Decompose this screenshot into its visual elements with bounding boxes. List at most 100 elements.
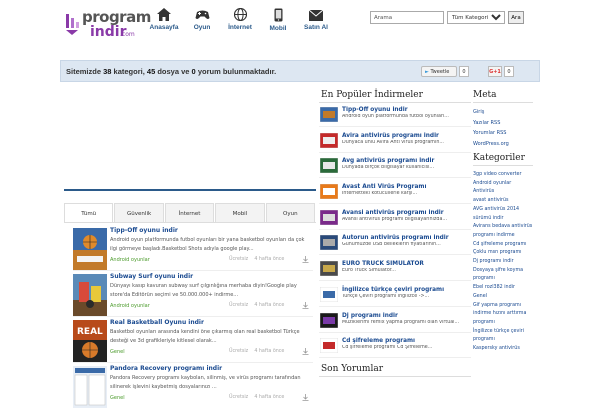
pandora-thumbnail[interactable] [73, 366, 107, 408]
nav-item-internet[interactable]: İnternet [221, 8, 259, 44]
category-link[interactable]: Dj programı indir [473, 258, 533, 267]
popular-item-title[interactable]: EURO TRUCK SIMULATOR [342, 261, 424, 267]
site-logo[interactable]: program indir .com [60, 8, 151, 44]
popular-list: Tipp-Off oyunu indir Android oyun platfor… [319, 103, 471, 360]
item-date: 4 hafta önce [254, 257, 285, 262]
featured-slider[interactable] [64, 92, 316, 191]
category-link[interactable]: Ebel rozl382 indir [473, 284, 533, 293]
twitter-bird-icon: ► [425, 69, 429, 75]
real-basketball-thumbnail[interactable]: REAL [73, 320, 107, 362]
tab-internet[interactable]: İnternet [164, 203, 215, 222]
nav-label: Anasayfa [149, 24, 179, 31]
popular-item: İngilizce türkçe çeviri programı Turkçe Ç… [319, 283, 471, 309]
nav-item-oyun[interactable]: Oyun [183, 8, 221, 44]
item-title[interactable]: Tipp-Off oyunu indir [110, 227, 178, 234]
nav-item-satin-al[interactable]: Satın Al [297, 8, 335, 44]
item-description: Basketbol oyunları arasında kendini öne … [110, 329, 300, 344]
popular-item-title[interactable]: Cd şifreleme programı [342, 338, 415, 344]
popular-thumbnail[interactable] [320, 338, 338, 354]
tweet-button[interactable]: ► Tweetle [421, 66, 457, 77]
category-link[interactable]: İngilizce türkçe çeviri programı [473, 328, 533, 345]
item-category[interactable]: Android oyunlar [110, 303, 150, 309]
popular-item-title[interactable]: İngilizce türkçe çeviri programı [342, 287, 444, 293]
category-link[interactable]: indirme hızını arttırma programı [473, 310, 533, 327]
stats-comment-count: 0 [191, 67, 196, 76]
category-link[interactable]: Dosyaya şifre koyma programı [473, 267, 533, 284]
popular-divider [319, 203, 471, 205]
popular-item: Avansi antivirüs programı indir Avansi an… [319, 206, 471, 232]
sidebar: Meta Giriş Yazılar RSS Yorumlar RSS Word… [473, 90, 533, 354]
category-link[interactable]: avast antivirüs [473, 197, 533, 206]
phone-icon [274, 8, 282, 22]
item-category[interactable]: Android oyunlar [110, 257, 150, 263]
item-category[interactable]: Genel [110, 395, 125, 401]
category-link[interactable]: Android oyunlar [473, 180, 533, 189]
popular-downloads: En Popüler İndirmeler Tipp-Off oyunu ind… [319, 90, 471, 377]
meta-link-posts-rss[interactable]: Yazılar RSS [473, 120, 533, 131]
popular-item-description: Cd şifreleme programı Cd Şifreleme... [342, 345, 433, 351]
meta-link-wordpress[interactable]: WordPress.org [473, 141, 533, 152]
category-link[interactable]: Avirans bedava antivirüs programı indirm… [473, 223, 533, 240]
stats-text-1: kategori, [113, 67, 145, 76]
popular-thumbnail[interactable] [320, 132, 338, 148]
gplus-button[interactable]: G+1 [488, 66, 502, 77]
popular-item-description: Avansi antivirüs programı bilgisayarınız… [342, 216, 447, 222]
popular-divider [319, 280, 471, 282]
search-input[interactable] [370, 11, 444, 24]
item-category[interactable]: Genel [110, 349, 125, 355]
popular-item-title[interactable]: Autorun antivirüs programı indir [342, 235, 449, 241]
nav-item-anasayfa[interactable]: Anasayfa [145, 8, 183, 44]
popular-divider [319, 228, 471, 230]
category-link[interactable]: Genel [473, 293, 533, 302]
popular-thumbnail[interactable] [320, 158, 338, 174]
download-icon[interactable] [302, 348, 309, 355]
stats-category-count: 38 [103, 67, 112, 76]
category-link[interactable]: Antivirüs [473, 188, 533, 197]
popular-thumbnail[interactable] [320, 184, 338, 200]
item-title[interactable]: Pandora Recovery programı indir [110, 365, 222, 372]
main-nav: Anasayfa Oyun İnternet Mobil Satın Al [140, 8, 335, 44]
popular-item-title[interactable]: Avansi antivirüs programı indir [342, 210, 444, 216]
category-link[interactable]: Kaspersky antivirüs [473, 345, 533, 354]
subway-surf-thumbnail[interactable] [73, 274, 107, 316]
download-icon[interactable] [302, 302, 309, 309]
tab-tumu[interactable]: Tümü [64, 203, 114, 222]
download-icon[interactable] [302, 256, 309, 263]
popular-item-title[interactable]: Avast Anti Virüs Programı [342, 184, 426, 190]
category-link[interactable]: Gif yapma programı [473, 302, 533, 311]
tab-oyun[interactable]: Oyun [265, 203, 316, 222]
item-meta: Ücretsiz 4 hafta önce [229, 395, 284, 400]
popular-item-title[interactable]: Dj programı indir [342, 313, 398, 319]
nav-label: Oyun [193, 24, 211, 31]
popular-item-title[interactable]: Avira antivirüs programı indir [342, 133, 439, 139]
tab-guvenlik[interactable]: Güvenlik [114, 203, 164, 222]
popular-item-description: Müziklerimi remix yapma programı olan vi… [342, 319, 460, 325]
popular-item-title[interactable]: Tipp-Off oyunu indir [342, 107, 408, 113]
item-description: Pandora Recovery programı kaybolan, sili… [110, 375, 301, 390]
category-link[interactable]: Cd şifreleme programı [473, 241, 533, 250]
popular-divider [319, 254, 471, 256]
item-title[interactable]: Real Basketball Oyunu indir [110, 319, 204, 326]
nav-label: Mobil [269, 25, 287, 32]
tab-mobil[interactable]: Mobil [215, 203, 265, 222]
search-button[interactable]: Ara [508, 11, 524, 24]
category-link[interactable]: 3gp video converter [473, 171, 533, 180]
popular-thumbnail[interactable] [320, 107, 338, 122]
item-description: Dünyayı kasıp kavuran subway surf çılgın… [110, 283, 297, 298]
popular-thumbnail[interactable] [320, 261, 338, 277]
category-link[interactable]: Çoklu msn programı [473, 249, 533, 258]
popular-thumbnail[interactable] [320, 235, 338, 251]
meta-link-login[interactable]: Giriş [473, 109, 533, 120]
popular-thumbnail[interactable] [320, 209, 338, 225]
nav-item-mobil[interactable]: Mobil [259, 8, 297, 44]
category-link[interactable]: AVG antivirüs 2014 sürümü indir [473, 206, 533, 223]
basketball-thumbnail[interactable] [73, 228, 107, 270]
item-title[interactable]: Subway Surf oyunu indir [110, 273, 193, 280]
popular-item: Autorun antivirüs programı indir Günümüzd… [319, 231, 471, 257]
popular-item-title[interactable]: Avg antivirüs programı indir [342, 158, 434, 164]
popular-divider [319, 305, 471, 307]
meta-link-comments-rss[interactable]: Yorumlar RSS [473, 130, 533, 141]
category-select[interactable]: Tüm Kategoriler [447, 11, 505, 24]
popular-thumbnail[interactable] [320, 312, 338, 328]
popular-thumbnail[interactable] [320, 286, 338, 302]
